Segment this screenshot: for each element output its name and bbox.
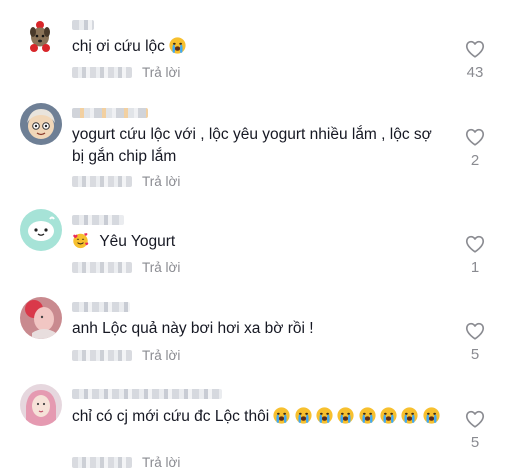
- comment-item: anh Lộc quả này bơi hơi xa bờ rồi ! Trả …: [0, 290, 515, 374]
- dog-avatar-icon: [22, 18, 58, 54]
- username-blurred[interactable]: [72, 302, 130, 312]
- crying-emoji-icon: [337, 407, 354, 424]
- username-blurred[interactable]: [72, 215, 124, 225]
- like-button[interactable]: 1: [455, 233, 495, 276]
- crying-emoji-icon: [169, 37, 186, 54]
- username-blurred[interactable]: [72, 20, 94, 30]
- heart-outline-icon[interactable]: [464, 320, 486, 342]
- profile-photo-avatar: [20, 297, 62, 339]
- like-count: 2: [470, 152, 480, 169]
- comment-item: chỉ có cj mới cứu đc Lộc thôi Trả lời 5: [0, 378, 515, 475]
- heart-outline-icon[interactable]: [464, 38, 486, 60]
- cartoon-avatar-icon: [20, 103, 62, 145]
- like-count: 5: [470, 346, 480, 363]
- reply-button[interactable]: Trả lời: [142, 65, 180, 80]
- comment-text: chị ơi cứu lộc: [72, 36, 442, 58]
- timestamp-blurred: [72, 349, 132, 361]
- username-blurred[interactable]: [72, 389, 222, 399]
- like-button[interactable]: 2: [455, 126, 495, 169]
- comment-meta: Trả lời: [72, 347, 180, 363]
- reply-button[interactable]: Trả lời: [142, 455, 180, 470]
- comment-text: anh Lộc quả này bơi hơi xa bờ rồi !: [72, 320, 314, 337]
- timestamp-blurred: [72, 456, 132, 468]
- reply-button[interactable]: Trả lời: [142, 348, 180, 363]
- comment-text: yogurt cứu lộc với , lộc yêu yogurt nhiề…: [72, 126, 432, 165]
- comment-text: chỉ có cj mới cứu đc Lộc thôi: [72, 406, 452, 428]
- profile-photo-avatar: [20, 384, 62, 426]
- comment-item: Yêu Yogurt Trả lời 1: [0, 203, 515, 287]
- crying-emoji-icon: [273, 407, 290, 424]
- avatar[interactable]: [20, 209, 62, 251]
- avatar[interactable]: [20, 297, 62, 339]
- username-blurred[interactable]: [72, 108, 148, 118]
- avatar[interactable]: [22, 18, 58, 54]
- default-avatar-icon: [20, 209, 62, 251]
- like-count: 43: [466, 64, 484, 81]
- crying-emoji-icon: [359, 407, 376, 424]
- heart-outline-icon[interactable]: [464, 233, 486, 255]
- avatar[interactable]: [20, 384, 62, 426]
- comment-meta: Trả lời: [72, 64, 180, 80]
- comment-item: yogurt cứu lộc với , lộc yêu yogurt nhiề…: [0, 96, 515, 196]
- crying-emoji-icon: [423, 407, 440, 424]
- crying-emoji-icon: [316, 407, 333, 424]
- comment-meta: Trả lời: [72, 454, 180, 470]
- smiling-hearts-emoji-icon: [72, 232, 89, 249]
- crying-emoji-icon: [401, 407, 418, 424]
- crying-emoji-icon: [295, 407, 312, 424]
- like-button[interactable]: 43: [455, 38, 495, 81]
- comment-meta: Trả lời: [72, 173, 180, 189]
- timestamp-blurred: [72, 261, 132, 273]
- like-count: 1: [470, 259, 480, 276]
- timestamp-blurred: [72, 66, 132, 78]
- reply-button[interactable]: Trả lời: [142, 174, 180, 189]
- like-count: 5: [470, 434, 480, 451]
- comment-meta: Trả lời: [72, 259, 180, 275]
- crying-emoji-icon: [380, 407, 397, 424]
- like-button[interactable]: 5: [455, 320, 495, 363]
- like-button[interactable]: 5: [455, 408, 495, 451]
- timestamp-blurred: [72, 175, 132, 187]
- comment-item: chị ơi cứu lộc Trả lời 43: [0, 0, 515, 90]
- reply-button[interactable]: Trả lời: [142, 260, 180, 275]
- avatar[interactable]: [20, 103, 62, 145]
- heart-outline-icon[interactable]: [464, 126, 486, 148]
- comment-text: Yêu Yogurt: [72, 231, 442, 253]
- heart-outline-icon[interactable]: [464, 408, 486, 430]
